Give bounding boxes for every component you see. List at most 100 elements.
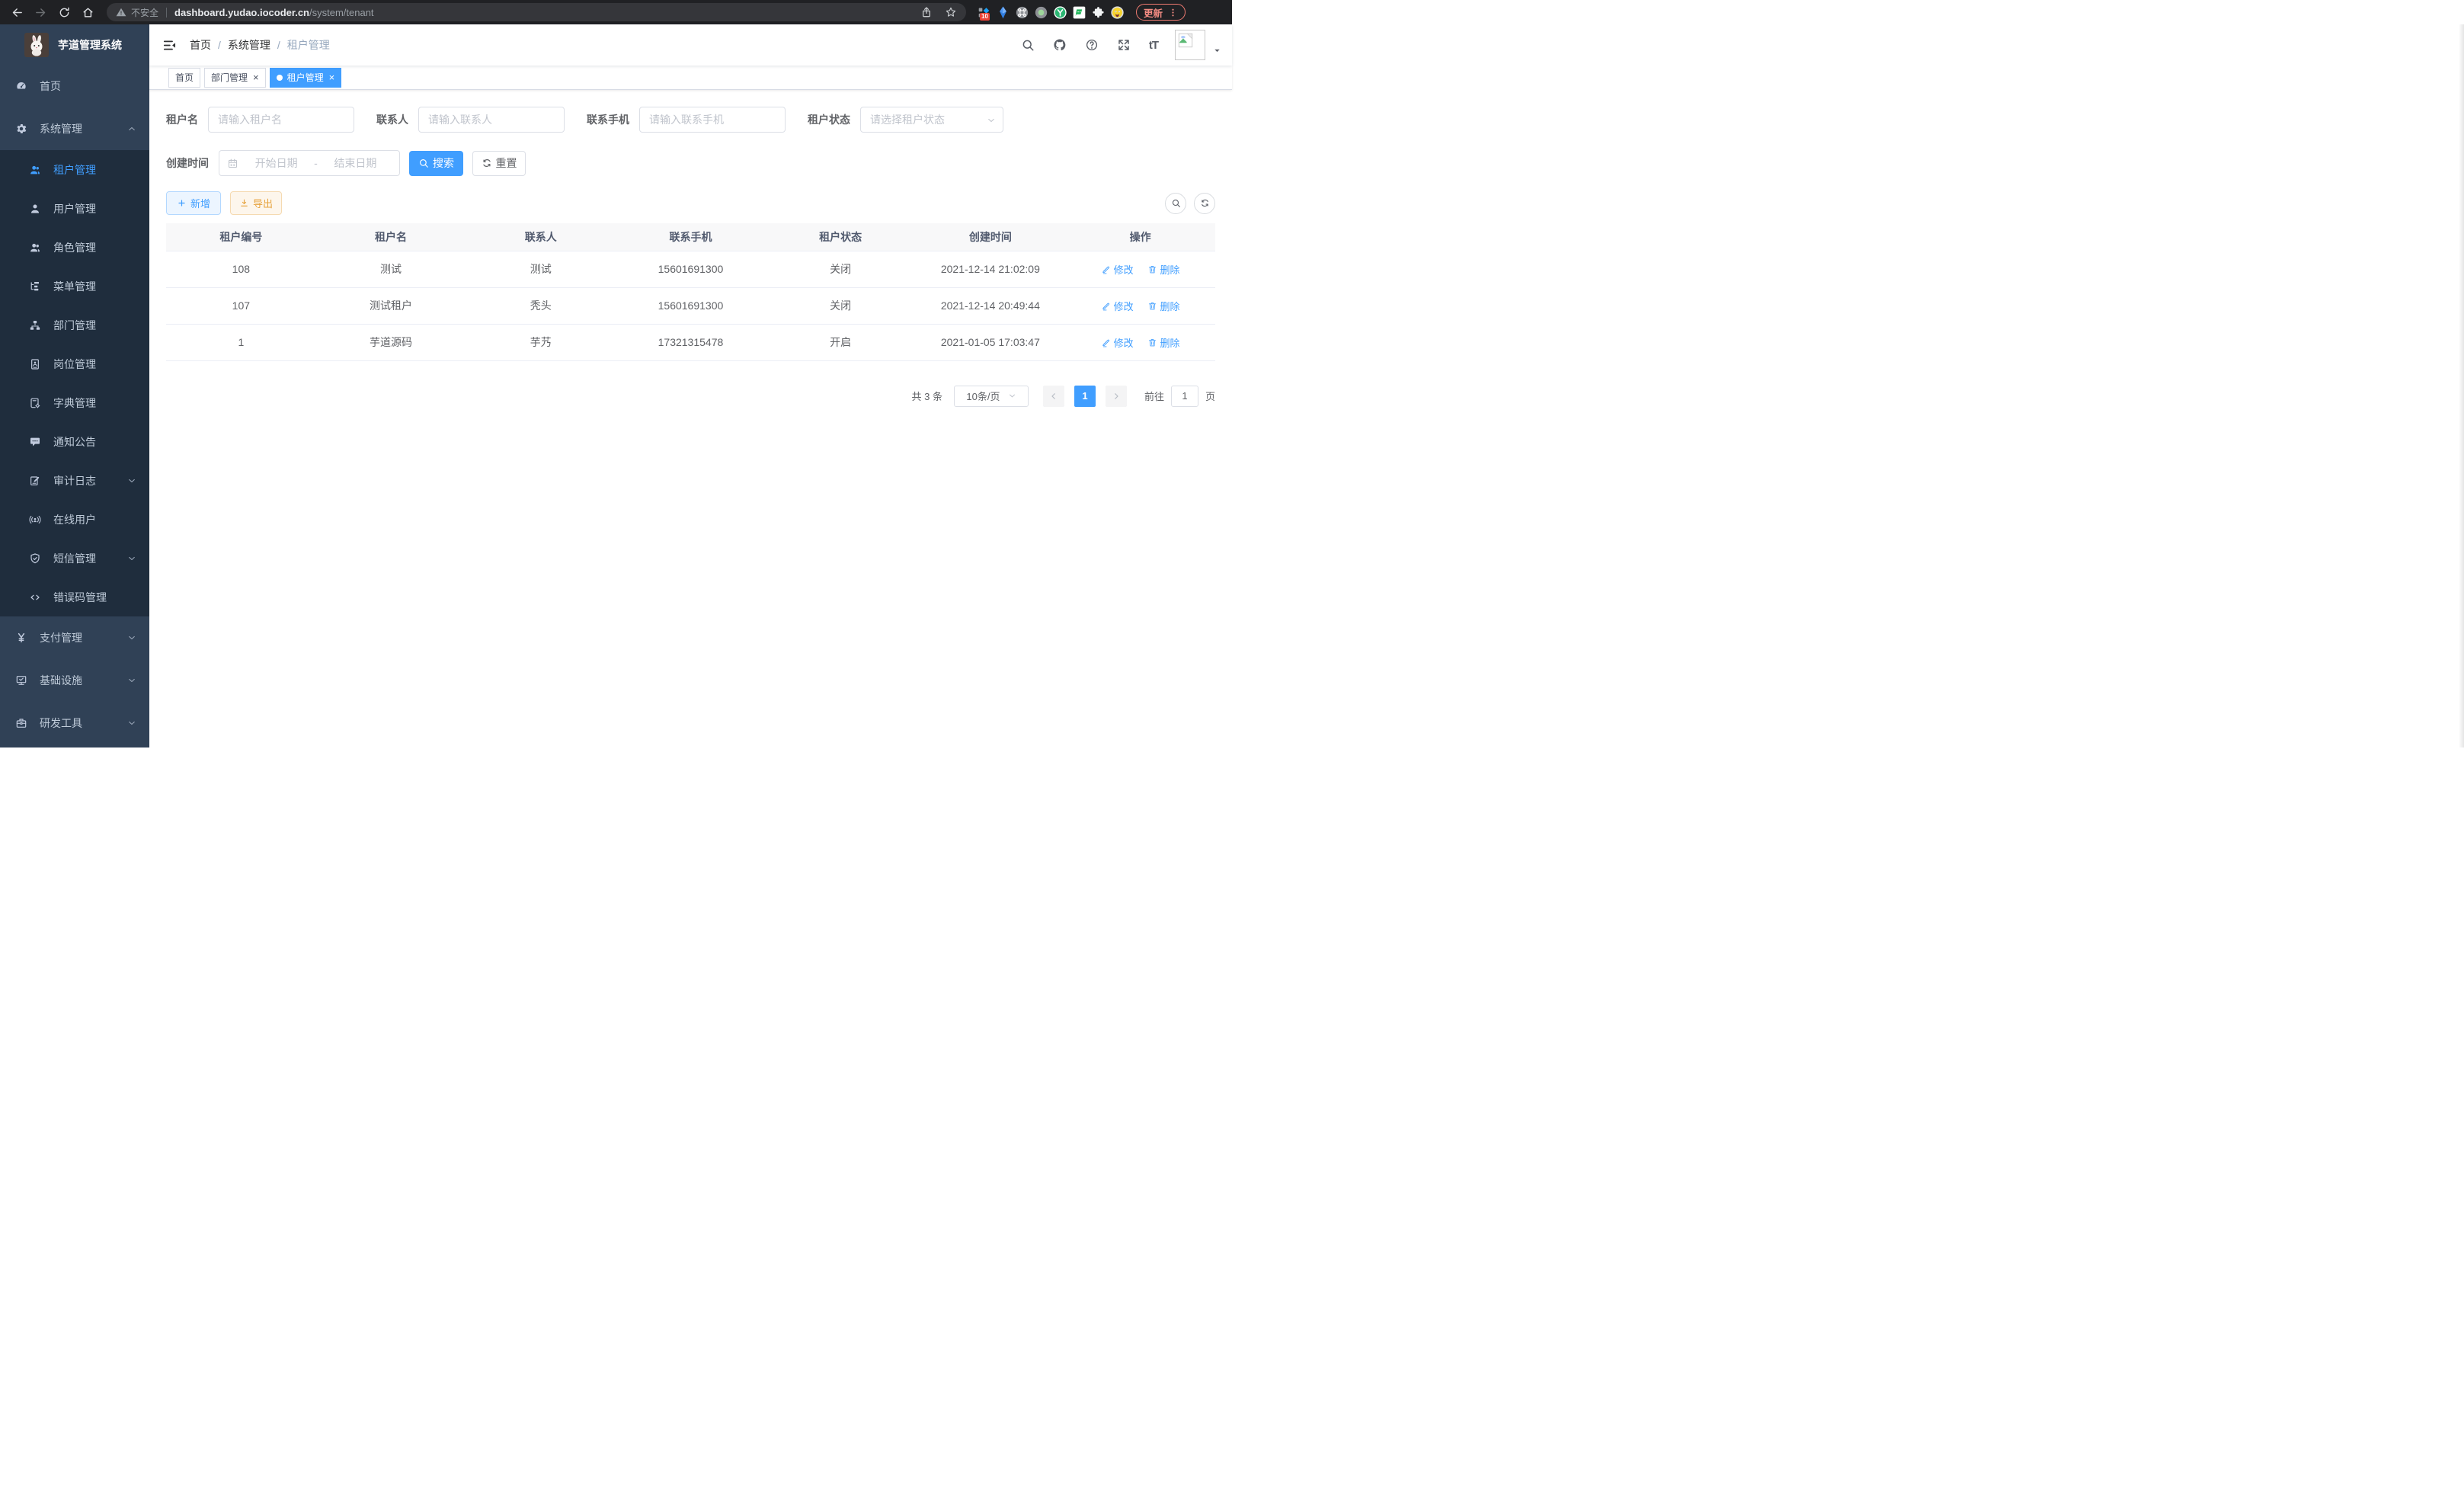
cell-tenant-name: 芋道源码 (316, 324, 466, 360)
url-text[interactable]: dashboard.yudao.iocoder.cn/system/tenant (174, 7, 374, 18)
edit-link[interactable]: 修改 (1101, 299, 1134, 313)
page-number-1[interactable]: 1 (1074, 386, 1096, 407)
breadcrumb-system[interactable]: 系统管理 (228, 37, 270, 53)
extension-command-icon[interactable] (1016, 6, 1029, 19)
phone-input[interactable] (639, 107, 786, 133)
browser-back-icon[interactable] (11, 6, 24, 19)
sidebar-item-home[interactable]: 首页 (0, 65, 149, 107)
tenant-name-input[interactable] (208, 107, 354, 133)
broadcast-user-icon (29, 514, 41, 526)
delete-link[interactable]: 删除 (1147, 299, 1180, 313)
pagination: 共 3 条 10条/页 1 前往 页 (166, 386, 1215, 407)
sidebar-item-dept-management[interactable]: 部门管理 (0, 306, 149, 344)
sidebar-item-role-management[interactable]: 角色管理 (0, 228, 149, 267)
top-navbar: 首页 / 系统管理 / 租户管理 tT (149, 24, 1232, 66)
search-icon (1171, 198, 1181, 208)
fullscreen-icon[interactable] (1117, 38, 1131, 52)
extension-blocks-icon[interactable]: 10 (978, 6, 990, 19)
tab-tenant-management[interactable]: 租户管理× (270, 68, 342, 88)
sidebar-item-tenant-management[interactable]: 租户管理 (0, 150, 149, 189)
start-date-placeholder: 开始日期 (240, 155, 312, 171)
sidebar-item-online-users[interactable]: 在线用户 (0, 500, 149, 539)
status-select[interactable]: 请选择租户状态 (860, 107, 1003, 133)
profile-avatar-icon[interactable] (1111, 6, 1124, 19)
sidebar-item-audit-log[interactable]: 审计日志 (0, 461, 149, 500)
goto-label: 前往 (1144, 389, 1164, 403)
bookmark-star-icon[interactable] (945, 6, 957, 18)
chrome-menu-dots-icon[interactable] (1168, 8, 1178, 18)
user-avatar[interactable] (1175, 30, 1205, 60)
share-icon[interactable] (920, 6, 933, 18)
sidebar-item-label: 角色管理 (53, 240, 96, 255)
refresh-table-button[interactable] (1194, 193, 1215, 214)
delete-link[interactable]: 删除 (1147, 262, 1180, 277)
github-icon[interactable] (1053, 38, 1067, 52)
sidebar-item-dev-tools[interactable]: 研发工具 (0, 702, 149, 744)
sidebar-item-error-code-management[interactable]: 错误码管理 (0, 578, 149, 616)
sidebar-collapse-icon[interactable] (162, 38, 177, 53)
cell-tenant-id: 107 (166, 287, 316, 324)
sidebar-item-label: 在线用户 (53, 512, 96, 527)
sidebar-item-menu-management[interactable]: 菜单管理 (0, 267, 149, 306)
sidebar-item-post-management[interactable]: 岗位管理 (0, 344, 149, 383)
prev-page-button[interactable] (1043, 386, 1064, 407)
sidebar-item-user-management[interactable]: 用户管理 (0, 189, 149, 228)
cell-contact: 秃头 (466, 287, 616, 324)
add-button-label: 新增 (190, 196, 210, 210)
breadcrumb-separator: / (277, 39, 280, 51)
tab-close-icon[interactable]: × (253, 73, 259, 82)
extension-chat-icon[interactable] (1073, 6, 1086, 19)
end-date-placeholder: 结束日期 (319, 155, 392, 171)
sidebar-item-payment-management[interactable]: 支付管理 (0, 616, 149, 659)
extension-kite-icon[interactable] (997, 6, 1010, 19)
tab-dept-management[interactable]: 部门管理× (204, 68, 266, 88)
edit-label: 修改 (1114, 262, 1134, 277)
gauge-icon (15, 80, 27, 92)
dictionary-icon (29, 397, 41, 409)
reset-button[interactable]: 重置 (472, 151, 526, 176)
help-icon[interactable] (1085, 38, 1099, 52)
app-logo[interactable]: 芋道管理系统 (0, 24, 149, 65)
contact-input[interactable] (418, 107, 565, 133)
browser-home-icon[interactable] (82, 6, 94, 19)
tab-close-icon[interactable]: × (329, 73, 335, 82)
window-scrollbar[interactable] (2459, 24, 2464, 748)
cell-contact: 芋艿 (466, 324, 616, 360)
edit-link[interactable]: 修改 (1101, 335, 1134, 350)
id-badge-icon (29, 358, 41, 370)
extension-record-icon[interactable] (1035, 6, 1048, 19)
sidebar-item-system-management[interactable]: 系统管理 (0, 107, 149, 150)
goto-page-input[interactable] (1171, 386, 1198, 407)
breadcrumb-home[interactable]: 首页 (190, 37, 211, 53)
browser-forward-icon[interactable] (34, 6, 47, 19)
toggle-search-button[interactable] (1165, 193, 1186, 214)
header-search-icon[interactable] (1021, 38, 1035, 52)
sidebar-item-sms-management[interactable]: 短信管理 (0, 539, 149, 578)
sidebar-item-infrastructure[interactable]: 基础设施 (0, 659, 149, 702)
page-size-select[interactable]: 10条/页 (954, 386, 1029, 407)
create-time-range-picker[interactable]: 开始日期 - 结束日期 (219, 150, 400, 176)
browser-reload-icon[interactable] (58, 6, 71, 19)
col-phone: 联系手机 (616, 223, 766, 251)
edit-link[interactable]: 修改 (1101, 262, 1134, 277)
sidebar-item-label: 研发工具 (40, 715, 82, 731)
sidebar-item-dict-management[interactable]: 字典管理 (0, 383, 149, 422)
export-button[interactable]: 导出 (230, 191, 282, 215)
tab-home[interactable]: 首页 (168, 68, 200, 88)
extension-y-icon[interactable] (1054, 6, 1067, 19)
extensions-puzzle-icon[interactable] (1092, 6, 1105, 19)
sidebar-item-notice[interactable]: 通知公告 (0, 422, 149, 461)
chrome-update-button[interactable]: 更新 (1136, 4, 1186, 21)
font-size-icon[interactable]: tT (1149, 39, 1158, 52)
delete-link[interactable]: 删除 (1147, 335, 1180, 350)
trash-icon (1147, 264, 1157, 274)
next-page-button[interactable] (1106, 386, 1127, 407)
security-warning-icon[interactable] (116, 7, 126, 18)
address-bar[interactable]: 不安全 dashboard.yudao.iocoder.cn/system/te… (107, 3, 966, 21)
breadcrumb: 首页 / 系统管理 / 租户管理 (190, 37, 330, 53)
add-button[interactable]: 新增 (166, 191, 221, 215)
avatar-caret-icon[interactable] (1213, 46, 1221, 55)
active-tab-dot (277, 75, 283, 81)
sidebar-item-label: 错误码管理 (53, 590, 107, 605)
search-button[interactable]: 搜索 (409, 151, 463, 176)
